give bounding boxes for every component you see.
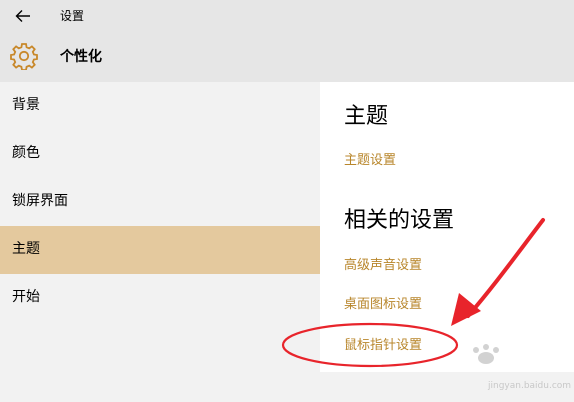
sidebar-item-colors[interactable]: 颜色 bbox=[0, 130, 320, 178]
sidebar-item-label: 颜色 bbox=[12, 145, 40, 161]
mouse-pointer-settings-link[interactable]: 鼠标指针设置 bbox=[344, 337, 422, 355]
sidebar: 背景 颜色 锁屏界面 主题 开始 bbox=[0, 82, 320, 402]
desktop-icon-settings-link[interactable]: 桌面图标设置 bbox=[344, 296, 422, 314]
title-bar: 设置 bbox=[0, 0, 574, 32]
theme-settings-link[interactable]: 主题设置 bbox=[344, 152, 396, 170]
sidebar-item-label: 背景 bbox=[12, 97, 40, 113]
sidebar-item-lock-screen[interactable]: 锁屏界面 bbox=[0, 178, 320, 226]
theme-heading: 主题 bbox=[344, 104, 389, 129]
page-header: 个性化 bbox=[0, 32, 574, 82]
sidebar-item-background[interactable]: 背景 bbox=[0, 82, 320, 130]
sidebar-item-label: 锁屏界面 bbox=[12, 193, 68, 209]
sidebar-item-label: 主题 bbox=[12, 241, 40, 257]
watermark-text: jingyan.baidu.com bbox=[488, 381, 572, 391]
related-settings-heading: 相关的设置 bbox=[344, 208, 455, 233]
gear-icon bbox=[10, 43, 38, 70]
sidebar-item-start[interactable]: 开始 bbox=[0, 274, 320, 322]
back-arrow-icon[interactable] bbox=[14, 7, 32, 25]
window-title: 设置 bbox=[60, 9, 85, 23]
page-title: 个性化 bbox=[60, 49, 102, 65]
sidebar-item-themes[interactable]: 主题 bbox=[0, 226, 320, 274]
sidebar-item-label: 开始 bbox=[12, 289, 40, 305]
main-content: 主题 主题设置 相关的设置 高级声音设置 桌面图标设置 鼠标指针设置 bbox=[320, 82, 574, 372]
advanced-sound-settings-link[interactable]: 高级声音设置 bbox=[344, 257, 422, 275]
